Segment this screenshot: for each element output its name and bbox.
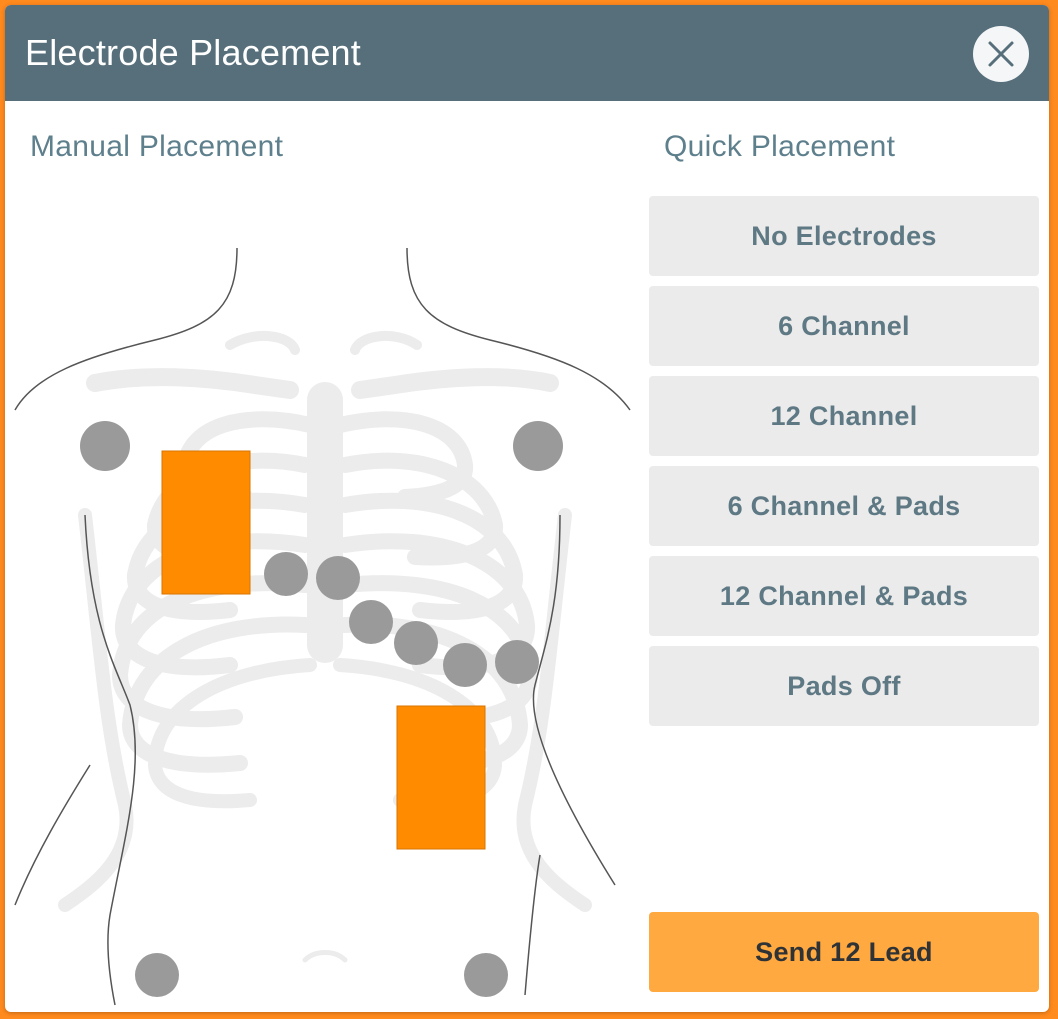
electrode-la[interactable]	[513, 421, 563, 471]
electrode-v3[interactable]	[349, 600, 393, 644]
defib-pad-upper-right[interactable]	[161, 450, 251, 595]
electrode-rl[interactable]	[135, 953, 179, 997]
torso-diagram	[14, 247, 631, 1006]
electrode-v5[interactable]	[443, 643, 487, 687]
send-12-lead-button[interactable]: Send 12 Lead	[649, 912, 1039, 992]
close-icon	[988, 41, 1014, 67]
quick-placement-title: Quick Placement	[664, 130, 896, 163]
quick-6-channel-pads-button[interactable]: 6 Channel & Pads	[649, 466, 1039, 546]
close-button[interactable]	[973, 26, 1029, 82]
electrode-v1[interactable]	[264, 552, 308, 596]
quick-12-channel-button[interactable]: 12 Channel	[649, 376, 1039, 456]
quick-pads-off-button[interactable]: Pads Off	[649, 646, 1039, 726]
quick-6-channel-button[interactable]: 6 Channel	[649, 286, 1039, 366]
electrode-v2[interactable]	[316, 556, 360, 600]
electrode-ll[interactable]	[464, 953, 508, 997]
electrode-ra[interactable]	[80, 421, 130, 471]
defib-pad-lower-left[interactable]	[396, 705, 486, 850]
electrode-v6[interactable]	[495, 640, 539, 684]
quick-no-electrodes-button[interactable]: No Electrodes	[649, 196, 1039, 276]
electrode-placement-dialog: Electrode Placement Manual Placement Qui…	[5, 5, 1049, 1012]
electrode-v4[interactable]	[394, 621, 438, 665]
quick-12-channel-pads-button[interactable]: 12 Channel & Pads	[649, 556, 1039, 636]
